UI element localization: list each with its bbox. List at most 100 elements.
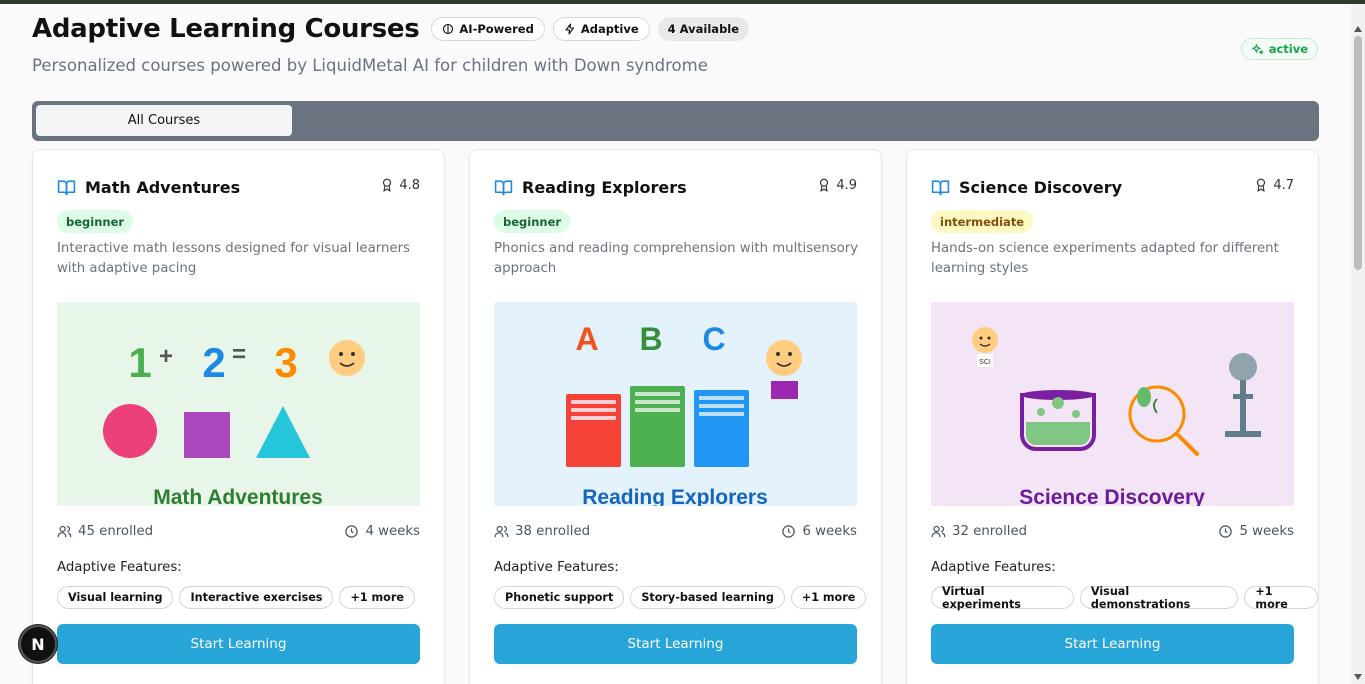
course-illustration: A B C Reading Explorers: [494, 302, 857, 506]
equation-equals: =: [232, 341, 246, 368]
equation-term-1: 1: [128, 339, 151, 386]
page-title: Adaptive Learning Courses: [32, 14, 420, 44]
status-badge-label: active: [1268, 42, 1308, 56]
feature-chip: Story-based learning: [630, 586, 785, 609]
browser-top-strip: [0, 0, 1365, 4]
course-description: Phonics and reading comprehension with m…: [494, 241, 859, 276]
feature-chip: Virtual experiments: [931, 585, 1074, 611]
page-header: Adaptive Learning Courses AI-Powered Ada…: [32, 14, 1320, 75]
more-features-chip[interactable]: +1 more: [1244, 585, 1318, 611]
adaptive-badge: Adaptive: [552, 17, 650, 41]
course-duration: 4 weeks: [344, 524, 420, 539]
feature-chip: Interactive exercises: [179, 586, 334, 609]
enrolled-label: 45 enrolled: [78, 524, 154, 539]
award-icon: [820, 178, 829, 192]
start-learning-button[interactable]: Start Learning: [931, 624, 1294, 664]
reader-avatar-icon: [766, 340, 802, 399]
course-tabs: All Courses: [32, 101, 1319, 141]
course-duration: 6 weeks: [781, 524, 857, 539]
zap-icon: [565, 23, 574, 35]
feature-chip: Phonetic support: [494, 586, 625, 609]
duration-label: 5 weeks: [1239, 524, 1294, 539]
equation-plus: +: [159, 343, 173, 370]
ai-powered-badge: AI-Powered: [431, 17, 545, 41]
course-title: Science Discovery: [959, 178, 1123, 197]
start-learning-button[interactable]: Start Learning: [57, 624, 420, 664]
reading-illustration: A B C Reading Explorers: [494, 302, 857, 506]
beaker-icon: [1020, 390, 1096, 451]
page-subtitle: Personalized courses powered by LiquidMe…: [32, 56, 708, 75]
level-badge: beginner: [57, 210, 134, 233]
clock-icon: [782, 525, 796, 538]
course-title-row: Math Adventures: [57, 178, 240, 197]
users-icon: [494, 525, 509, 538]
book-open-icon: [494, 180, 513, 196]
enrolled-count: 45 enrolled: [57, 524, 153, 539]
duration-label: 6 weeks: [802, 524, 857, 539]
course-rating-value: 4.9: [836, 177, 857, 193]
course-description: Interactive math lessons designed for vi…: [57, 241, 410, 276]
title-row: Adaptive Learning Courses AI-Powered Ada…: [32, 14, 1320, 44]
users-icon: [57, 525, 72, 538]
start-learning-button[interactable]: Start Learning: [494, 624, 857, 664]
duration-label: 4 weeks: [365, 524, 420, 539]
course-description: Hands-on science experiments adapted for…: [931, 241, 1279, 276]
course-rating-value: 4.7: [1273, 177, 1294, 193]
enrolled-count: 32 enrolled: [931, 524, 1027, 539]
adaptive-features-label: Adaptive Features:: [57, 560, 182, 575]
status-badge: active: [1240, 38, 1318, 60]
adaptive-features-label: Adaptive Features:: [931, 560, 1056, 575]
smiley-face-icon: [329, 340, 365, 376]
more-features-chip[interactable]: +1 more: [790, 586, 867, 609]
course-rating: 4.7: [1254, 177, 1294, 193]
course-card-science: Science Discovery 4.7 intermediate Hands…: [906, 149, 1319, 684]
feature-chip: Visual demonstrations: [1079, 585, 1239, 611]
green-book-icon: [630, 386, 685, 467]
scrollbar-thumb[interactable]: [1354, 36, 1362, 270]
brain-icon: [443, 23, 454, 35]
math-illustration: 1 + 2 = 3 Math Adventures: [57, 302, 420, 506]
feature-chips: Phonetic support Story-based learning +1…: [494, 586, 867, 609]
course-duration: 5 weeks: [1218, 524, 1294, 539]
enrolled-count: 38 enrolled: [494, 524, 590, 539]
dev-tools-badge[interactable]: N: [19, 625, 57, 663]
feature-chips: Visual learning Interactive exercises +1…: [57, 586, 415, 609]
sparkles-icon: [1251, 43, 1264, 54]
equation-result: 3: [274, 339, 297, 386]
course-title-row: Reading Explorers: [494, 178, 687, 197]
scroll-down-arrow-icon[interactable]: [1354, 674, 1362, 680]
course-card-math: Math Adventures 4.8 beginner Interactive…: [32, 149, 445, 684]
scientist-tag: SCI: [979, 359, 991, 366]
course-title-row: Science Discovery: [931, 178, 1122, 197]
course-illustration: SCI Science Discovery: [931, 302, 1294, 506]
course-title: Reading Explorers: [522, 178, 687, 197]
ai-powered-badge-label: AI-Powered: [459, 22, 534, 36]
feature-chip: Visual learning: [57, 586, 174, 609]
page-scrollbar[interactable]: [1351, 4, 1365, 684]
course-rating-value: 4.8: [399, 177, 420, 193]
enrolled-label: 32 enrolled: [952, 524, 1028, 539]
more-features-chip[interactable]: +1 more: [339, 586, 415, 609]
level-badge: intermediate: [931, 210, 1034, 233]
illustration-caption: Science Discovery: [1019, 486, 1205, 506]
enrolled-label: 38 enrolled: [515, 524, 591, 539]
book-open-icon: [931, 180, 950, 196]
blue-book-icon: [694, 390, 749, 467]
clock-icon: [1219, 525, 1233, 538]
users-icon: [931, 525, 946, 538]
adaptive-features-label: Adaptive Features:: [494, 560, 619, 575]
clock-icon: [345, 525, 359, 538]
course-title: Math Adventures: [85, 178, 241, 197]
course-illustration: 1 + 2 = 3 Math Adventures: [57, 302, 420, 506]
available-count-badge: 4 Available: [657, 17, 750, 41]
letter-c: C: [702, 321, 725, 357]
book-open-icon: [57, 180, 76, 196]
letter-a: A: [575, 321, 598, 357]
tab-all-courses[interactable]: All Courses: [36, 105, 292, 136]
scroll-up-arrow-icon[interactable]: [1354, 26, 1362, 32]
level-badge: beginner: [494, 210, 571, 233]
award-icon: [1257, 178, 1266, 192]
course-card-reading: Reading Explorers 4.9 beginner Phonics a…: [469, 149, 882, 684]
award-icon: [383, 178, 392, 192]
illustration-caption: Reading Explorers: [582, 486, 768, 506]
